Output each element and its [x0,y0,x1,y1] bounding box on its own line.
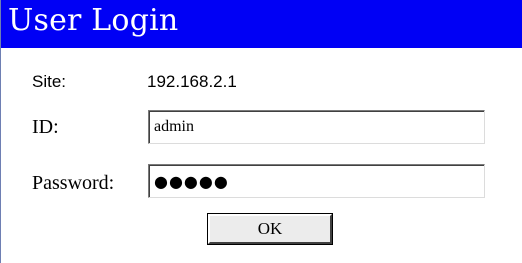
id-label: ID: [32,116,59,138]
id-input[interactable] [148,110,485,144]
ok-button[interactable]: OK [207,213,333,245]
login-panel: User Login Site: 192.168.2.1 ID: Passwor… [0,0,522,263]
password-label: Password: [32,172,115,194]
page-title: User Login [8,3,179,38]
password-input[interactable] [148,164,485,198]
site-value: 192.168.2.1 [147,72,237,91]
site-label: Site: [32,72,67,91]
title-bar: User Login [1,0,522,48]
